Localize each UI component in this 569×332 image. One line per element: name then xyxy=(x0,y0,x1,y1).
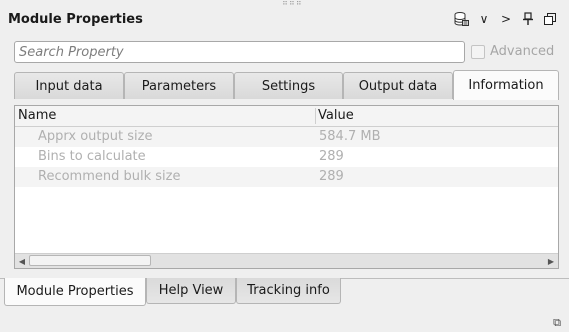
row-value: 584.7 MB xyxy=(319,129,381,144)
tab-module-properties[interactable]: Module Properties xyxy=(4,278,146,306)
pin-icon[interactable] xyxy=(517,9,539,29)
tab-parameters[interactable]: Parameters xyxy=(124,72,234,99)
advanced-checkbox[interactable]: Advanced xyxy=(471,44,554,59)
information-table: Name Value Apprx output size 584.7 MB Bi… xyxy=(14,105,559,269)
scroll-left-icon[interactable]: ◀ xyxy=(15,255,29,267)
panel-title: Module Properties xyxy=(8,11,143,27)
row-value: 289 xyxy=(319,149,344,164)
row-name: Recommend bulk size xyxy=(38,169,181,184)
row-name: Apprx output size xyxy=(38,129,153,144)
tab-tracking-info[interactable]: Tracking info xyxy=(236,278,341,304)
table-row[interactable]: Recommend bulk size 289 xyxy=(15,167,558,187)
chevron-right-icon[interactable]: > xyxy=(495,9,517,29)
property-tabs: Input data Parameters Settings Output da… xyxy=(14,70,559,100)
drag-grip[interactable]: ⠿⠿⠿ xyxy=(282,0,303,7)
table-row[interactable]: Apprx output size 584.7 MB xyxy=(15,127,558,147)
scrollbar-thumb[interactable] xyxy=(29,255,151,266)
column-header-name[interactable]: Name xyxy=(15,106,56,126)
scroll-right-icon[interactable]: ▶ xyxy=(544,255,558,267)
row-value: 289 xyxy=(319,169,344,184)
tab-help-view[interactable]: Help View xyxy=(146,278,236,304)
table-row[interactable]: Bins to calculate 289 xyxy=(15,147,558,167)
tab-information[interactable]: Information xyxy=(453,70,559,100)
chevron-down-icon[interactable]: ∨ xyxy=(473,9,495,29)
tab-input-data[interactable]: Input data xyxy=(14,72,124,99)
tab-output-data[interactable]: Output data xyxy=(343,72,453,99)
column-header-value[interactable]: Value xyxy=(315,106,354,126)
panel-toolbar: ∨ > xyxy=(451,9,561,29)
float-icon[interactable] xyxy=(539,9,561,29)
horizontal-scrollbar[interactable]: ◀ ▶ xyxy=(15,253,558,268)
tab-settings[interactable]: Settings xyxy=(234,72,343,99)
advanced-checkbox-box[interactable] xyxy=(471,44,485,59)
panel-titlebar: Module Properties ∨ > xyxy=(8,8,561,30)
float-icon[interactable]: ⧉ xyxy=(551,316,563,329)
search-property-input[interactable] xyxy=(14,41,465,63)
table-header: Name Value xyxy=(15,106,558,127)
row-name: Bins to calculate xyxy=(38,149,146,164)
database-icon[interactable] xyxy=(451,9,473,29)
advanced-label: Advanced xyxy=(490,44,555,59)
